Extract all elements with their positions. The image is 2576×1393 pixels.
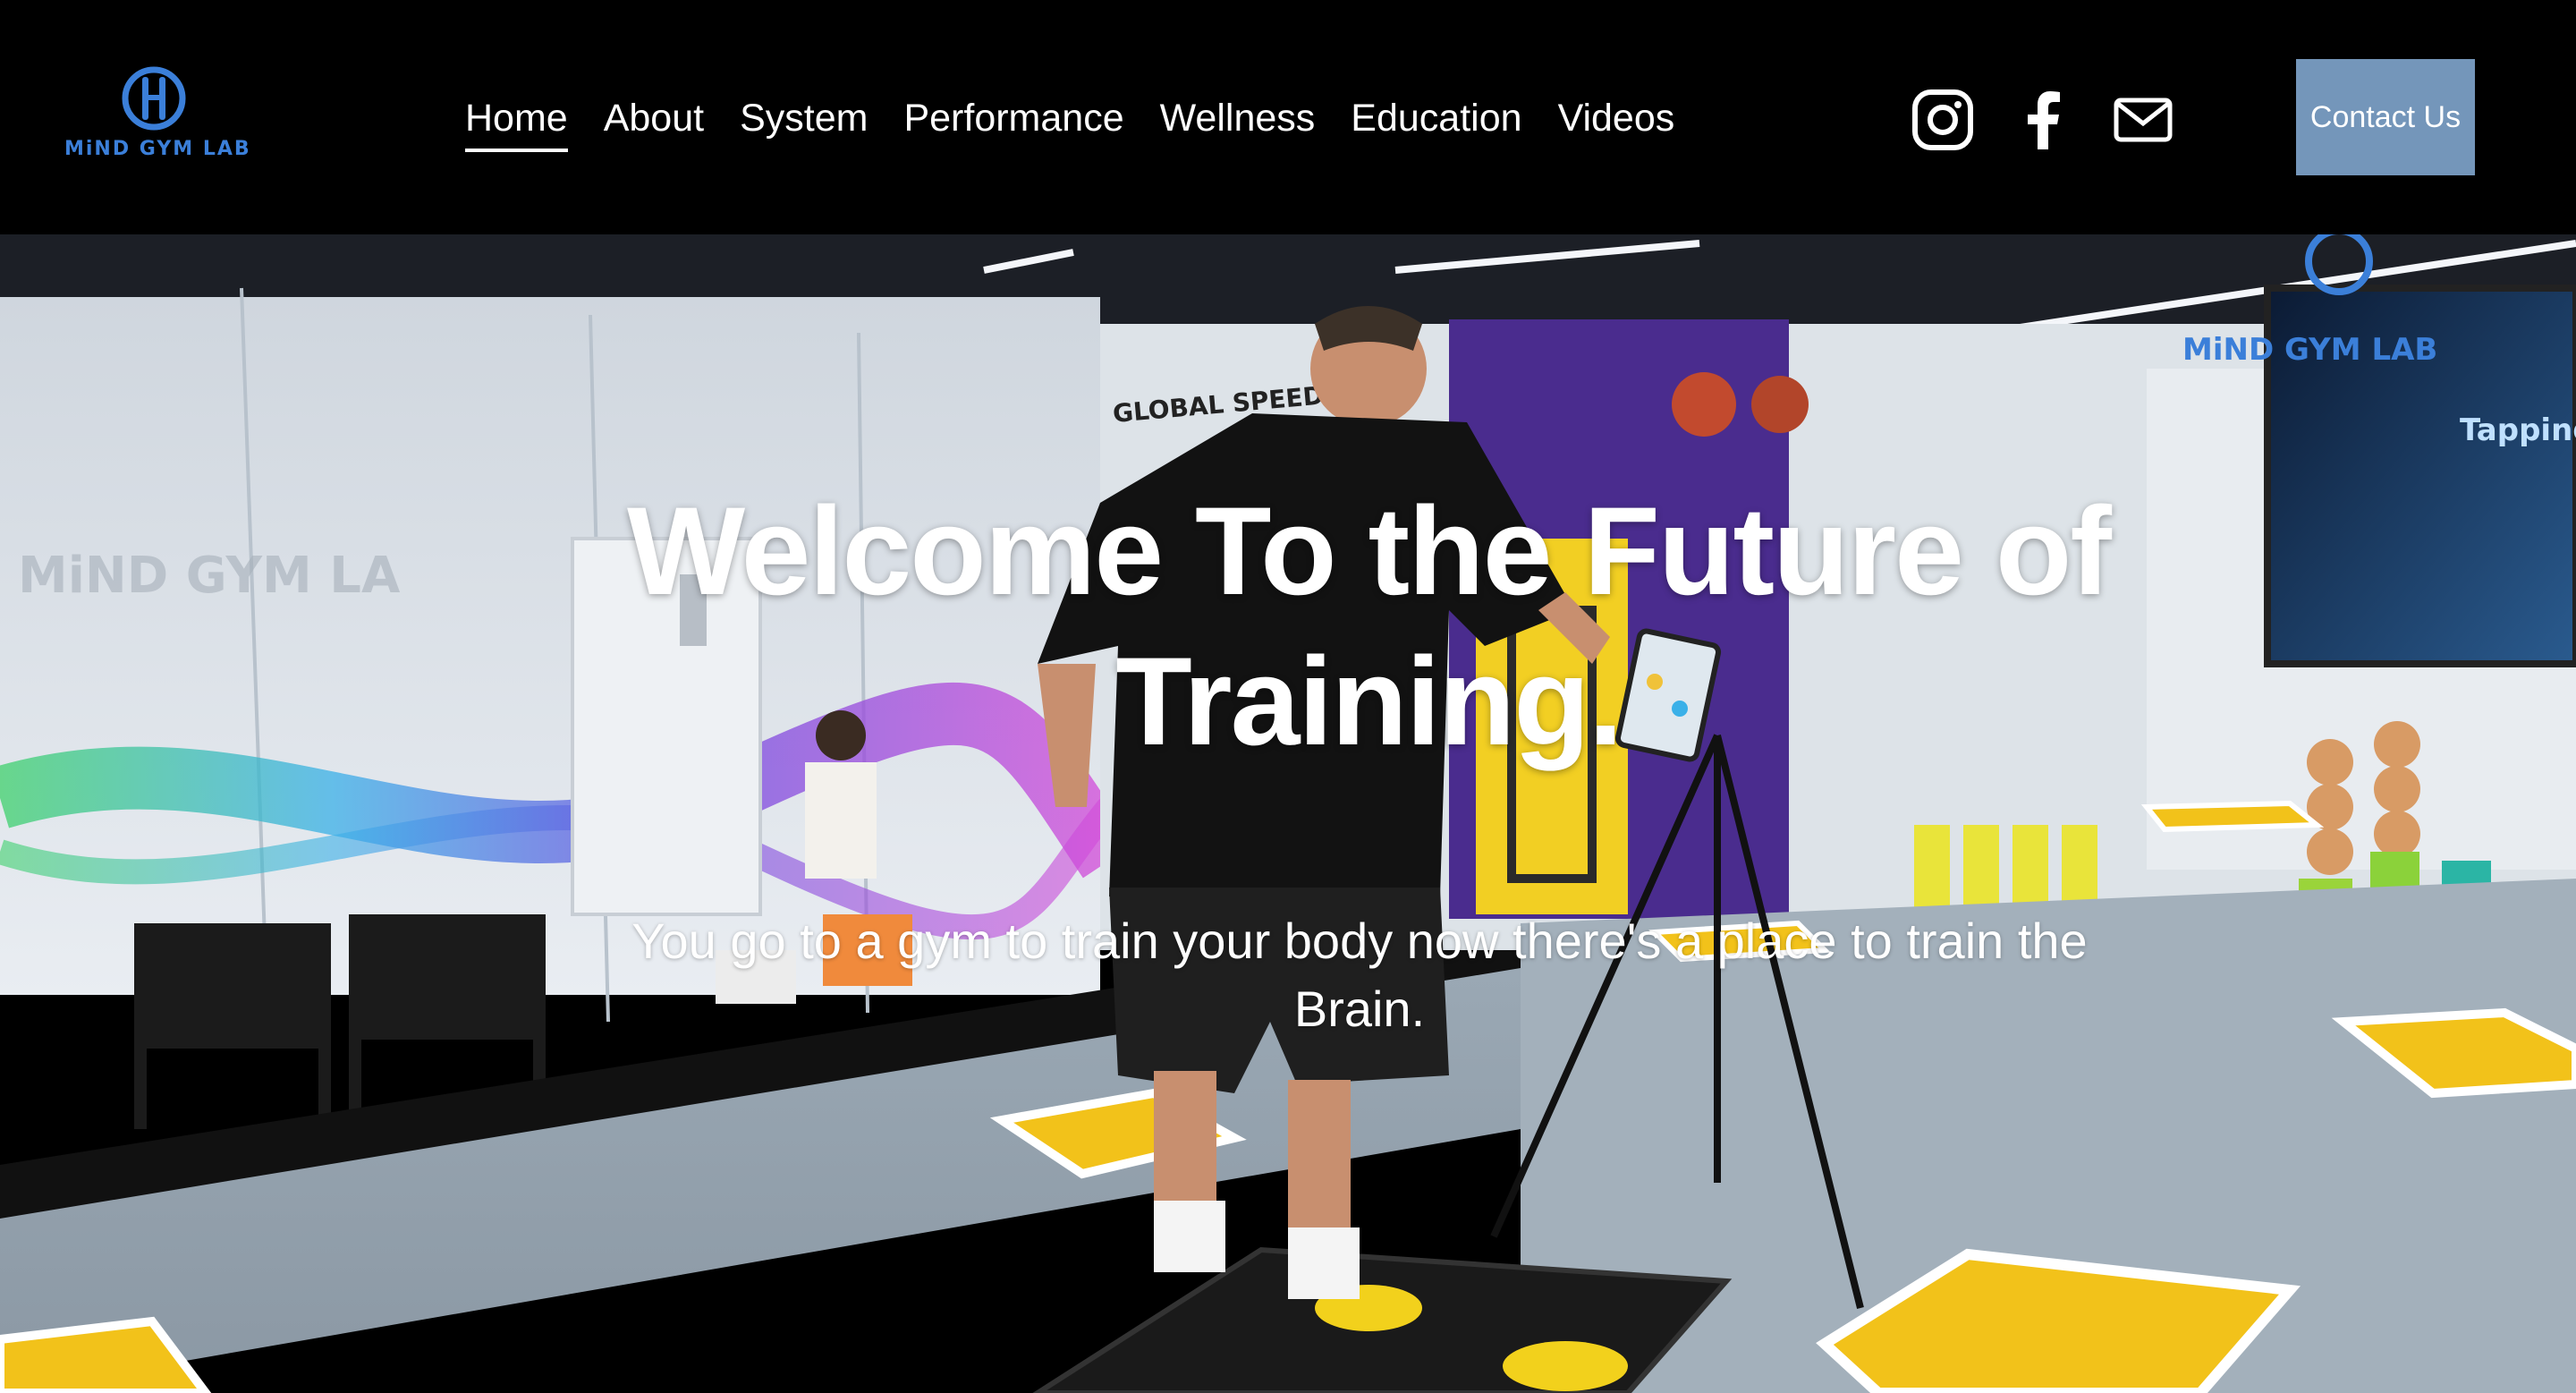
nav-performance[interactable]: Performance bbox=[903, 93, 1123, 147]
screen-text: Tapping bbox=[2460, 412, 2576, 448]
hero-title: Welcome To the Future of Training. bbox=[627, 480, 2112, 771]
facebook-icon[interactable] bbox=[2009, 86, 2077, 154]
page: MiND GYM LAB Home About System Performan… bbox=[0, 0, 2576, 1393]
logo-text: MiND GYM LAB bbox=[64, 138, 251, 160]
instagram-icon[interactable] bbox=[1909, 86, 1977, 154]
email-icon[interactable] bbox=[2109, 86, 2177, 154]
nav-system[interactable]: System bbox=[740, 93, 868, 147]
nav-videos[interactable]: Videos bbox=[1558, 93, 1675, 147]
nav-wellness[interactable]: Wellness bbox=[1160, 93, 1316, 147]
nav-home[interactable]: Home bbox=[465, 93, 568, 152]
site-header: MiND GYM LAB Home About System Performan… bbox=[0, 0, 2576, 234]
contact-us-button[interactable]: Contact Us bbox=[2296, 59, 2475, 175]
hero-subtitle: You go to a gym to train your body now t… bbox=[631, 913, 2088, 1037]
hero-gym-photo: MiND GYM LA GLOBAL SPEED Tappin MiND GYM… bbox=[0, 234, 2576, 1393]
brand-logo[interactable]: MiND GYM LAB bbox=[64, 64, 251, 163]
nav-about[interactable]: About bbox=[604, 93, 704, 147]
wall-logo: MiND GYM LAB bbox=[2182, 332, 2437, 368]
nav-education[interactable]: Education bbox=[1351, 93, 1521, 147]
hero-section: MiND GYM LA GLOBAL SPEED Tappin MiND GYM… bbox=[0, 234, 2576, 1393]
brain-logo-icon bbox=[122, 66, 186, 131]
main-nav: Home About System Performance Wellness E… bbox=[465, 93, 1675, 152]
svg-text:MiND GYM LA: MiND GYM LA bbox=[18, 547, 401, 605]
social-links bbox=[1909, 86, 2177, 154]
